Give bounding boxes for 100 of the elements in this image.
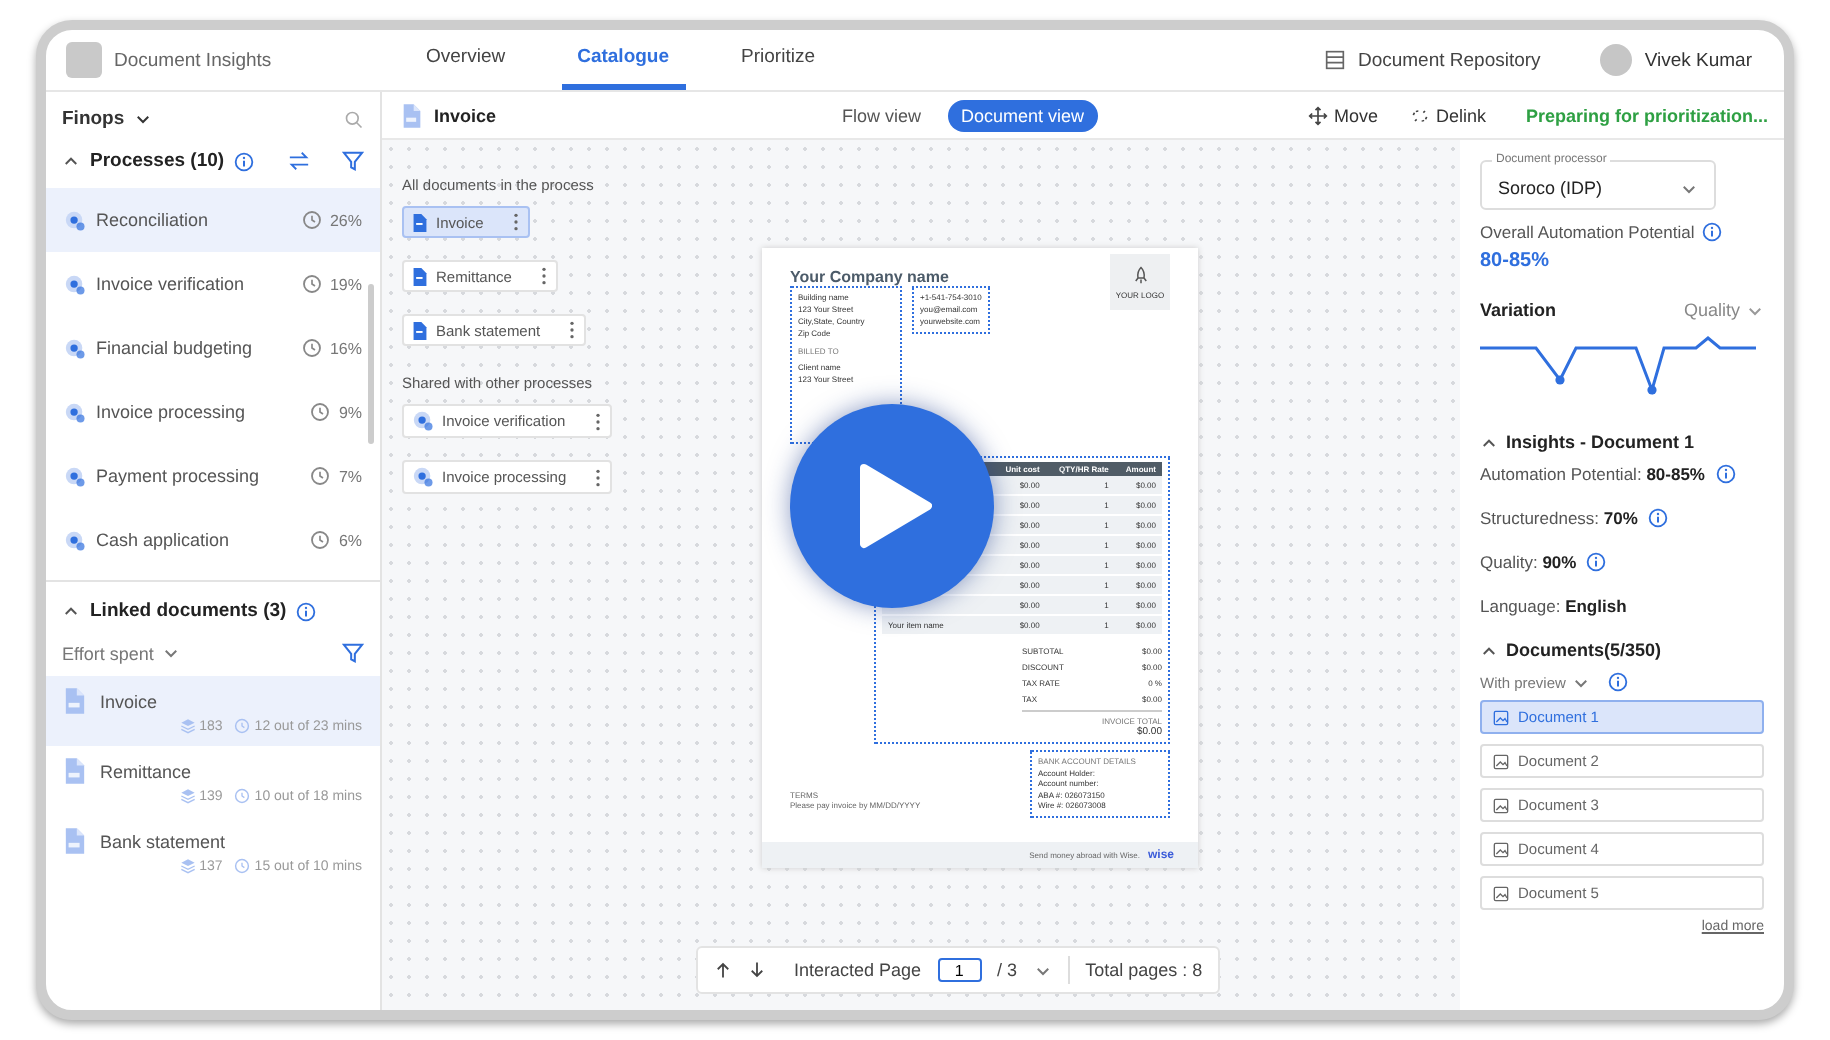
pager-label: Interacted Page: [794, 960, 922, 980]
document-name: Invoice: [100, 691, 158, 711]
process-share: 6%: [338, 531, 362, 549]
info-icon[interactable]: [1702, 222, 1723, 242]
info-icon[interactable]: [1715, 464, 1735, 484]
clock-icon: [310, 530, 331, 550]
process-share: 9%: [338, 403, 362, 421]
insight-text: Automation Potential: 80-85%: [1480, 464, 1705, 484]
clock-icon: [301, 274, 322, 294]
info-icon[interactable]: [296, 601, 317, 621]
total-pages: Total pages : 8: [1085, 960, 1203, 980]
nav-tab[interactable]: Catalogue: [561, 30, 686, 90]
file-icon: [64, 828, 86, 854]
nav-tab[interactable]: Prioritize: [725, 30, 831, 90]
delink-button[interactable]: Delink: [1409, 105, 1486, 125]
file-icon: [412, 321, 428, 339]
layers-icon: [179, 788, 196, 804]
select-value: Soroco (IDP): [1498, 178, 1603, 198]
process-share: 19%: [329, 275, 362, 293]
swap-icon[interactable]: [288, 150, 310, 172]
gear-icon: [64, 209, 86, 231]
layers-icon: [179, 858, 196, 874]
nav-tab[interactable]: Overview: [410, 30, 522, 90]
chevron-down-icon: [134, 110, 153, 128]
chevron-up-icon[interactable]: [62, 152, 80, 170]
section-title: Processes (10): [90, 150, 225, 172]
file-icon: [64, 758, 86, 784]
section-title: Insights - Document 1: [1506, 432, 1695, 452]
gear-icon: [412, 466, 434, 488]
insight-text: Structuredness: 70%: [1480, 508, 1638, 528]
scrollbar[interactable]: [368, 284, 374, 444]
page-field[interactable]: 1: [937, 958, 982, 982]
process-item[interactable]: Financial budgeting 16%: [46, 316, 380, 380]
clock-icon: [310, 466, 331, 486]
more-icon[interactable]: [539, 266, 548, 286]
chevron-down-icon: [161, 644, 180, 662]
process-name: Cash application: [96, 530, 230, 550]
clock-icon: [234, 718, 251, 734]
process-name: Payment processing: [96, 466, 260, 486]
process-name: Financial budgeting: [96, 338, 253, 358]
list-icon[interactable]: [1323, 50, 1346, 70]
company-name: Your Company name: [790, 268, 949, 286]
process-item[interactable]: Invoice verification 19%: [46, 252, 380, 316]
gear-icon: [64, 337, 86, 359]
user-name: Vivek Kumar: [1644, 49, 1752, 71]
more-icon[interactable]: [568, 320, 577, 340]
image-icon: [1492, 753, 1510, 769]
process-name: Invoice processing: [96, 402, 246, 422]
gear-icon: [64, 273, 86, 295]
clock-icon: [310, 402, 331, 422]
view-toggle[interactable]: Flow view: [828, 99, 936, 131]
document-name: Bank statement: [100, 831, 226, 851]
document-title: Invoice: [434, 105, 497, 125]
potential-value: 80-85%: [1480, 250, 1551, 272]
process-item[interactable]: Cash application 6%: [46, 508, 380, 572]
workspace-selector[interactable]: Finops: [62, 108, 125, 130]
process-share: 7%: [338, 467, 362, 485]
image-icon: [1492, 885, 1510, 901]
section-title: Linked documents (3): [90, 600, 287, 622]
section-title: Documents(5/350): [1506, 640, 1662, 660]
info-icon[interactable]: [1586, 552, 1607, 572]
gear-icon: [64, 401, 86, 423]
insight-text: Language: English: [1480, 596, 1627, 616]
clock-icon: [301, 210, 322, 230]
process-name: Reconciliation: [96, 210, 209, 230]
more-icon[interactable]: [594, 467, 603, 487]
play-button[interactable]: [790, 404, 994, 608]
document-name: Remittance: [100, 761, 192, 781]
process-item[interactable]: Payment processing 7%: [46, 444, 380, 508]
info-icon[interactable]: [1607, 672, 1628, 692]
repository-link[interactable]: Document Repository: [1357, 49, 1541, 71]
move-button[interactable]: Move: [1307, 105, 1378, 125]
filter-icon[interactable]: [342, 642, 364, 664]
arrow-up-icon[interactable]: [714, 960, 732, 980]
app-logo: [66, 42, 102, 78]
filter-icon[interactable]: [342, 150, 364, 172]
file-icon: [412, 267, 428, 285]
gear-icon: [412, 410, 434, 432]
status-message: Preparing for prioritization...: [1525, 105, 1768, 125]
variation-title: Variation: [1480, 300, 1557, 320]
chevron-up-icon[interactable]: [62, 602, 80, 620]
arrow-down-icon[interactable]: [748, 960, 766, 980]
file-icon: [402, 103, 422, 127]
gear-icon: [64, 465, 86, 487]
process-item[interactable]: Reconciliation 26%: [46, 188, 380, 252]
sort-selector[interactable]: Effort spent: [62, 643, 154, 663]
process-item[interactable]: Invoice processing 9%: [46, 380, 380, 444]
more-icon[interactable]: [511, 212, 520, 232]
image-icon: [1492, 841, 1510, 857]
gear-icon: [64, 529, 86, 551]
file-icon: [412, 213, 428, 231]
more-icon[interactable]: [593, 411, 602, 431]
info-icon[interactable]: [234, 151, 255, 171]
clock-icon: [301, 338, 322, 358]
avatar: [1600, 44, 1633, 76]
info-icon[interactable]: [1647, 508, 1668, 528]
view-toggle[interactable]: Document view: [947, 99, 1099, 131]
image-icon: [1492, 709, 1510, 725]
layers-icon: [179, 718, 196, 734]
metric-selector[interactable]: Quality: [1683, 300, 1740, 320]
